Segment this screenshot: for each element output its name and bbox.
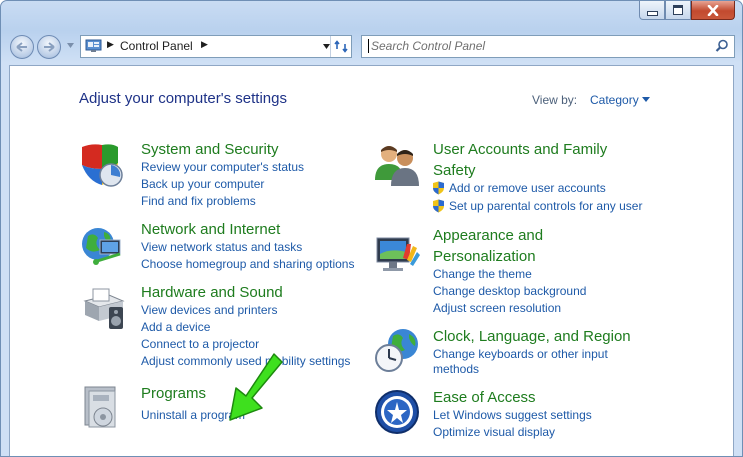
ease-of-access-icon[interactable] bbox=[373, 388, 421, 436]
link-review-status[interactable]: Review your computer's status bbox=[141, 159, 304, 176]
link-find-fix-problems[interactable]: Find and fix problems bbox=[141, 193, 256, 210]
maximize-button[interactable] bbox=[665, 1, 691, 20]
category-programs[interactable]: Programs bbox=[141, 384, 206, 404]
system-security-shield-icon[interactable] bbox=[78, 141, 126, 189]
category-clock-language-region[interactable]: Clock, Language, and Region bbox=[433, 327, 631, 347]
search-icon[interactable] bbox=[715, 39, 729, 53]
search-box[interactable]: Search Control Panel bbox=[361, 35, 735, 58]
clock-globe-icon[interactable] bbox=[373, 326, 421, 374]
breadcrumb-separator-icon[interactable]: ▶ bbox=[107, 40, 114, 50]
close-icon bbox=[707, 4, 719, 16]
refresh-button[interactable] bbox=[330, 36, 351, 57]
search-input[interactable]: Search Control Panel bbox=[368, 39, 485, 53]
link-add-device[interactable]: Add a device bbox=[141, 319, 210, 336]
category-user-accounts-line2[interactable]: Safety bbox=[433, 161, 476, 181]
link-add-remove-accounts[interactable]: Add or remove user accounts bbox=[449, 180, 606, 197]
link-parental-controls[interactable]: Set up parental controls for any user bbox=[449, 198, 642, 215]
hardware-printer-icon[interactable] bbox=[79, 285, 127, 333]
appearance-personalization-icon[interactable] bbox=[373, 230, 421, 278]
refresh-icon bbox=[334, 40, 348, 53]
link-change-theme[interactable]: Change the theme bbox=[433, 266, 532, 283]
category-system-and-security[interactable]: System and Security bbox=[141, 140, 279, 160]
forward-arrow-icon bbox=[44, 42, 55, 52]
minimize-button[interactable] bbox=[639, 1, 665, 20]
minimize-icon bbox=[646, 10, 658, 16]
uac-shield-icon bbox=[433, 199, 444, 213]
category-user-accounts[interactable]: User Accounts and Family bbox=[433, 140, 607, 160]
link-screen-resolution[interactable]: Adjust screen resolution bbox=[433, 300, 561, 317]
forward-button[interactable] bbox=[37, 35, 61, 59]
close-button[interactable] bbox=[691, 1, 735, 20]
back-arrow-icon bbox=[16, 42, 27, 52]
uac-shield-icon bbox=[433, 181, 444, 195]
caption-buttons bbox=[639, 1, 735, 21]
view-by-dropdown[interactable]: Category bbox=[590, 93, 639, 107]
back-button[interactable] bbox=[10, 35, 34, 59]
programs-icon[interactable] bbox=[79, 383, 127, 431]
control-panel-icon bbox=[85, 39, 102, 52]
link-change-keyboards-line2[interactable]: methods bbox=[433, 361, 479, 378]
link-optimize-visual-display[interactable]: Optimize visual display bbox=[433, 424, 555, 441]
link-back-up-computer[interactable]: Back up your computer bbox=[141, 176, 264, 193]
category-appearance[interactable]: Appearance and bbox=[433, 226, 543, 246]
user-accounts-icon[interactable] bbox=[373, 140, 421, 188]
breadcrumb-control-panel[interactable]: Control Panel bbox=[120, 39, 193, 53]
navigation-buttons bbox=[10, 35, 74, 59]
recent-pages-dropdown[interactable] bbox=[67, 43, 74, 48]
link-devices-printers[interactable]: View devices and printers bbox=[141, 302, 278, 319]
network-globe-icon[interactable] bbox=[80, 222, 128, 270]
chevron-down-icon[interactable] bbox=[642, 97, 650, 102]
maximize-icon bbox=[673, 5, 683, 15]
category-hardware-and-sound[interactable]: Hardware and Sound bbox=[141, 283, 283, 303]
category-network-and-internet[interactable]: Network and Internet bbox=[141, 220, 280, 240]
annotation-arrow-icon bbox=[229, 353, 283, 421]
link-view-network-status[interactable]: View network status and tasks bbox=[141, 239, 302, 256]
link-homegroup-sharing[interactable]: Choose homegroup and sharing options bbox=[141, 256, 354, 273]
category-ease-of-access[interactable]: Ease of Access bbox=[433, 388, 536, 408]
category-appearance-line2[interactable]: Personalization bbox=[433, 247, 536, 267]
view-by-label: View by: bbox=[532, 93, 578, 107]
link-windows-suggest-settings[interactable]: Let Windows suggest settings bbox=[433, 407, 592, 424]
page-title: Adjust your computer's settings bbox=[79, 90, 287, 107]
address-bar[interactable]: ▶ Control Panel ▶ bbox=[80, 35, 352, 58]
link-desktop-background[interactable]: Change desktop background bbox=[433, 283, 586, 300]
breadcrumb-separator-icon[interactable]: ▶ bbox=[201, 40, 208, 50]
